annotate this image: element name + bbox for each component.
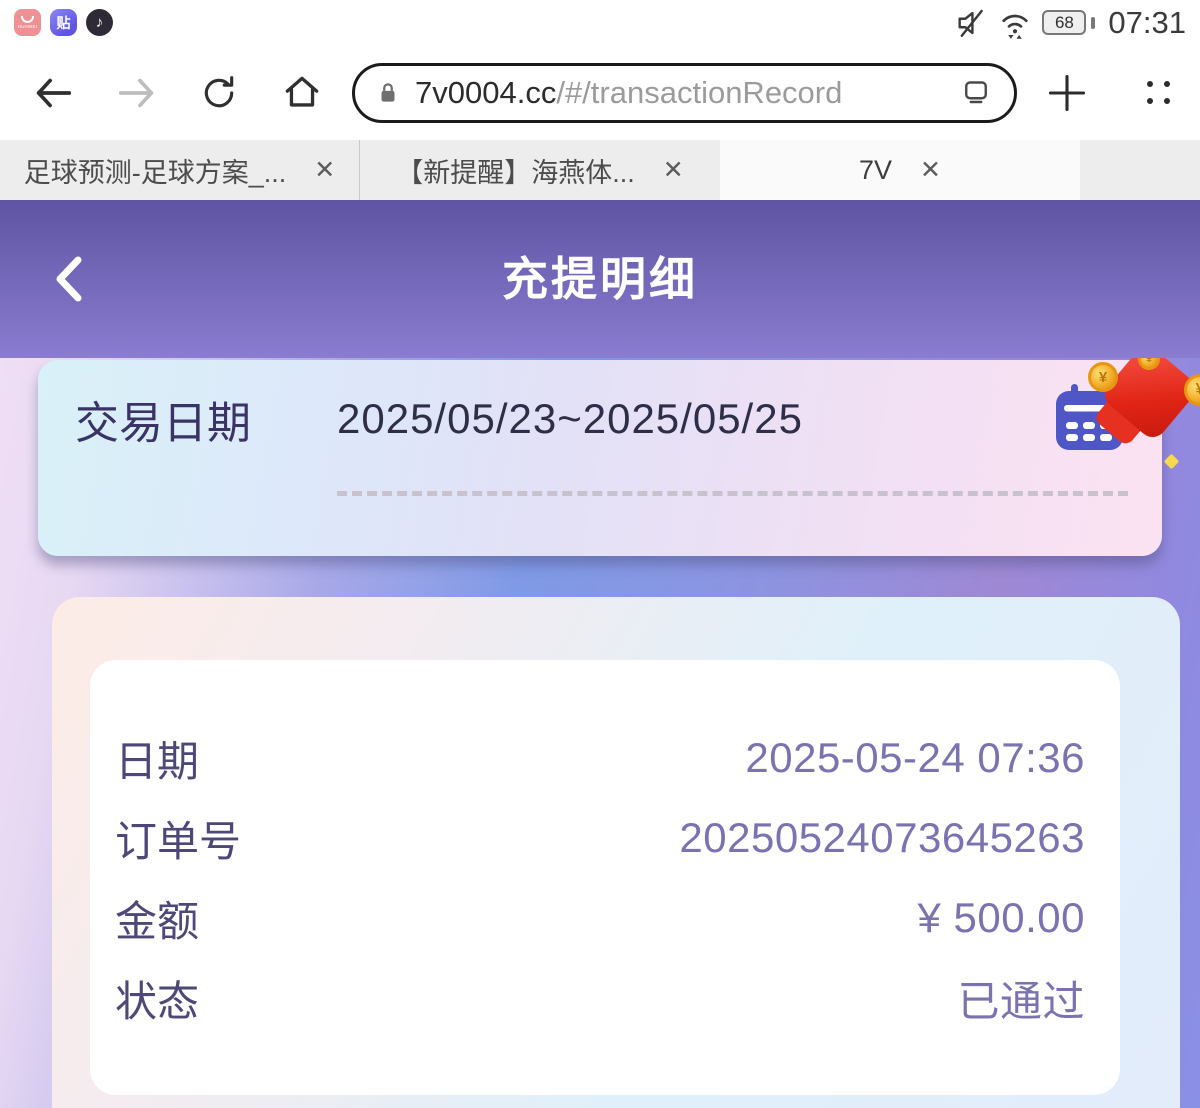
url-path: /#/transactionRecord xyxy=(556,75,842,110)
row-label: 订单号 xyxy=(115,808,241,869)
menu-dot xyxy=(1164,81,1170,87)
date-filter-row: 交易日期 2025/05/23~2025/05/25 xyxy=(38,360,1162,478)
reload-icon xyxy=(198,72,240,114)
plus-icon xyxy=(1045,71,1089,115)
menu-dot xyxy=(1147,81,1153,87)
row-label: 金额 xyxy=(115,888,199,949)
back-arrow-icon xyxy=(30,70,76,116)
home-button[interactable] xyxy=(280,71,324,115)
status-badge: 已通过 xyxy=(957,968,1085,1029)
row-value: ¥ 500.00 xyxy=(918,894,1086,942)
page-title: 充提明细 xyxy=(0,200,1200,358)
appgallery-label: HUAWEI xyxy=(18,24,38,29)
url-text: 7v0004.cc/#/transactionRecord xyxy=(415,75,958,111)
status-indicators: 68 07:31 xyxy=(954,5,1186,41)
row-value: 2025-05-24 07:36 xyxy=(745,734,1085,782)
appgallery-icon: HUAWEI xyxy=(14,9,41,36)
record-list-card: 日期 2025-05-24 07:36 订单号 2025052407364526… xyxy=(52,597,1180,1108)
url-bar[interactable]: 7v0004.cc/#/transactionRecord xyxy=(352,63,1017,123)
calendar-icon xyxy=(1054,382,1126,454)
sparkle-icon xyxy=(1164,454,1180,470)
screen: HUAWEI 贴 ♪ 68 xyxy=(0,0,1200,1108)
forward-arrow-icon xyxy=(114,70,160,116)
reload-button[interactable] xyxy=(198,72,240,114)
row-value: 20250524073645263 xyxy=(679,814,1085,862)
tab-strip-filler xyxy=(1080,140,1200,200)
row-label: 日期 xyxy=(115,728,199,789)
lock-icon xyxy=(375,78,401,108)
transaction-date-label: 交易日期 xyxy=(75,387,251,451)
tab-football-prediction[interactable]: 足球预测-足球方案_... ✕ xyxy=(0,140,360,200)
tab-strip: 足球预测-足球方案_... ✕ 【新提醒】海燕体... ✕ 7V ✕ xyxy=(0,140,1200,200)
tab-title: 足球预测-足球方案_... xyxy=(24,151,287,190)
transaction-record-item: 日期 2025-05-24 07:36 订单号 2025052407364526… xyxy=(90,660,1120,1095)
record-row-status: 状态 已通过 xyxy=(115,958,1085,1038)
close-icon[interactable]: ✕ xyxy=(314,155,335,185)
desktop-site-icon[interactable] xyxy=(958,75,994,111)
dashed-divider xyxy=(337,491,1128,496)
date-filter-card: 交易日期 2025/05/23~2025/05/25 xyxy=(38,360,1162,556)
record-row-amount: 金额 ¥ 500.00 xyxy=(115,878,1085,958)
calendar-picker-button[interactable] xyxy=(1054,382,1126,454)
gold-coin-icon: ¥ xyxy=(1184,374,1200,406)
date-range-value[interactable]: 2025/05/23~2025/05/25 xyxy=(337,395,803,443)
tab-new-reminder[interactable]: 【新提醒】海燕体... ✕ xyxy=(360,140,720,200)
appgallery-smile xyxy=(21,16,34,23)
close-icon[interactable]: ✕ xyxy=(663,155,684,185)
row-label: 状态 xyxy=(115,968,199,1029)
forward-button[interactable] xyxy=(114,70,160,116)
menu-dot xyxy=(1164,98,1170,104)
status-bar: HUAWEI 贴 ♪ 68 xyxy=(0,0,1200,45)
close-icon[interactable]: ✕ xyxy=(920,155,941,185)
page-header: 充提明细 xyxy=(0,200,1200,358)
page-content: 交易日期 2025/05/23~2025/05/25 xyxy=(0,358,1200,1108)
music-note-icon: ♪ xyxy=(96,14,104,31)
clock: 07:31 xyxy=(1108,5,1186,41)
url-host: 7v0004.cc xyxy=(415,75,556,110)
coin-glyph: ¥ xyxy=(1196,381,1200,399)
home-icon xyxy=(280,71,324,115)
browser-toolbar: 7v0004.cc/#/transactionRecord xyxy=(0,45,1200,140)
wifi-icon xyxy=(997,5,1033,41)
back-button[interactable] xyxy=(30,70,76,116)
menu-button[interactable] xyxy=(1147,81,1170,104)
tiktok-icon: ♪ xyxy=(86,9,113,36)
battery-level: 68 xyxy=(1055,13,1074,33)
tieba-glyph: 贴 xyxy=(57,13,71,33)
new-tab-button[interactable] xyxy=(1045,71,1089,115)
tieba-icon: 贴 xyxy=(50,9,77,36)
menu-dot xyxy=(1147,98,1153,104)
tab-title: 7V xyxy=(859,155,892,186)
tab-title: 【新提醒】海燕体... xyxy=(396,151,635,190)
battery-indicator: 68 xyxy=(1042,10,1086,35)
tab-7v-active[interactable]: 7V ✕ xyxy=(720,140,1080,200)
record-row-date: 日期 2025-05-24 07:36 xyxy=(115,718,1085,798)
notification-app-icons: HUAWEI 贴 ♪ xyxy=(14,9,113,36)
mute-icon xyxy=(954,6,988,40)
record-row-order-number: 订单号 20250524073645263 xyxy=(115,798,1085,878)
battery-nub xyxy=(1091,17,1095,29)
